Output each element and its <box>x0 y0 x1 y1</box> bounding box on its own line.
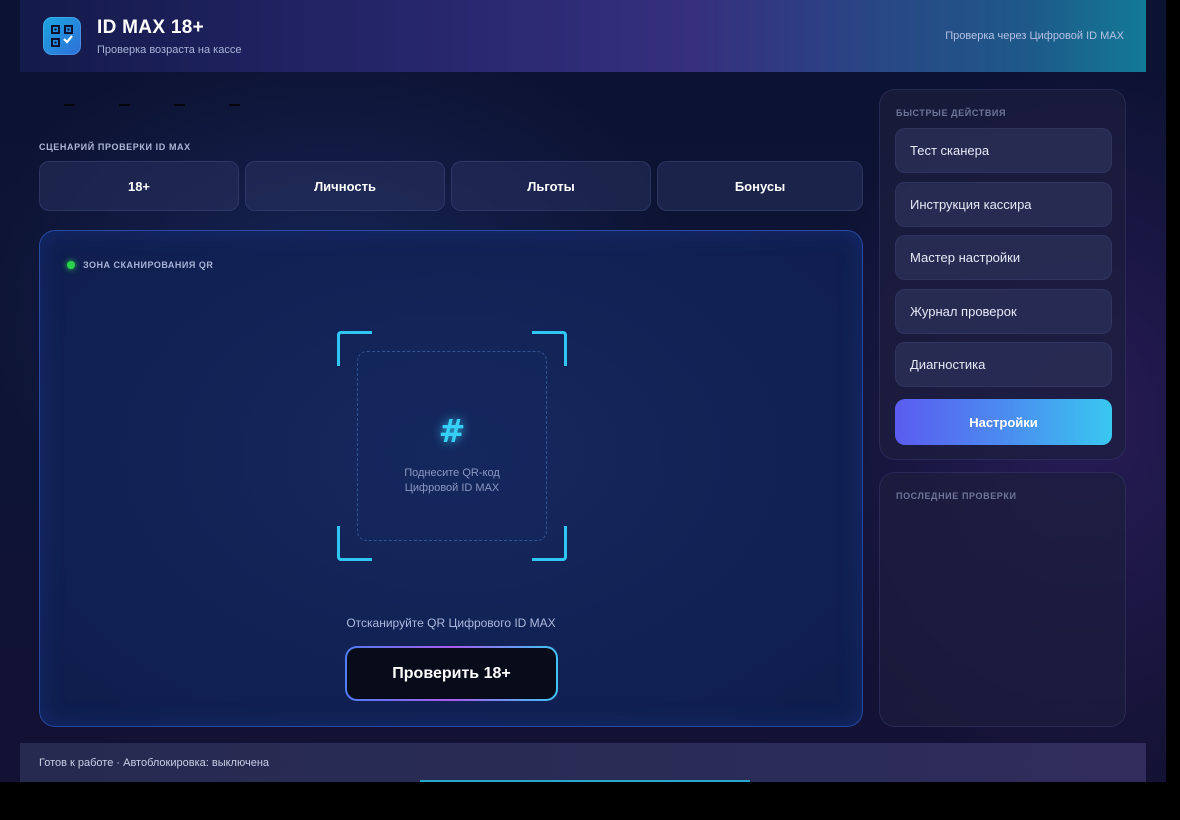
footer-accent-line <box>420 780 750 782</box>
scenario-label: СЦЕНАРИЙ ПРОВЕРКИ ID MAX <box>39 142 191 152</box>
scan-zone-label: ЗОНА СКАНИРОВАНИЯ QR <box>83 260 214 270</box>
quick-actions-list: Тест сканера Инструкция кассира Мастер н… <box>895 128 1112 396</box>
recent-checks-panel: ПОСЛЕДНИЕ ПРОВЕРКИ <box>879 472 1126 727</box>
dash <box>119 104 130 106</box>
tab-18plus[interactable]: 18+ <box>39 161 239 211</box>
decorative-dashes <box>64 104 240 106</box>
settings-button[interactable]: Настройки <box>895 399 1112 445</box>
app-title: ID MAX 18+ <box>97 16 205 38</box>
header-verification-note: Проверка через Цифровой ID MAX <box>945 30 1124 42</box>
tab-benefits[interactable]: Льготы <box>451 161 651 211</box>
quick-actions-panel: БЫСТРЫЕ ДЕЙСТВИЯ Тест сканера Инструкция… <box>879 89 1126 460</box>
tab-bonuses[interactable]: Бонусы <box>657 161 863 211</box>
dash <box>174 104 185 106</box>
action-cashier-guide[interactable]: Инструкция кассира <box>895 181 1112 227</box>
scenario-tabs: 18+ Личность Льготы Бонусы <box>39 161 863 211</box>
recent-checks-title: ПОСЛЕДНИЕ ПРОВЕРКИ <box>896 491 1017 501</box>
status-dot-icon <box>67 261 75 269</box>
app-window: ID MAX 18+ Проверка возраста на кассе Пр… <box>0 0 1166 782</box>
action-check-log[interactable]: Журнал проверок <box>895 288 1112 334</box>
scan-zone: ЗОНА СКАНИРОВАНИЯ QR # Поднесите QR-код … <box>39 230 863 727</box>
action-setup-wizard[interactable]: Мастер настройки <box>895 235 1112 280</box>
qr-shield-icon <box>43 17 81 55</box>
app-header: ID MAX 18+ Проверка возраста на кассе Пр… <box>20 0 1146 72</box>
scan-hint-line2: Цифровой ID MAX <box>404 482 500 494</box>
scan-hint-line1: Поднесите QR-код <box>404 467 500 479</box>
scan-zone-header: ЗОНА СКАНИРОВАНИЯ QR <box>67 260 213 270</box>
tab-identity[interactable]: Личность <box>245 161 445 211</box>
quick-actions-title: БЫСТРЫЕ ДЕЙСТВИЯ <box>896 108 1007 118</box>
hash-icon: # <box>438 412 466 450</box>
action-scanner-test[interactable]: Тест сканера <box>895 128 1112 173</box>
dash <box>229 104 240 106</box>
brand-block: ID MAX 18+ Проверка возраста на кассе <box>97 17 241 56</box>
scan-message: Отсканируйте QR Цифрового ID MAX <box>346 616 556 630</box>
app-subtitle: Проверка возраста на кассе <box>97 43 242 56</box>
dash <box>64 104 75 106</box>
verify-18-button[interactable]: Проверить 18+ <box>345 646 558 701</box>
qr-drop-area: # Поднесите QR-код Цифровой ID MAX <box>357 351 547 541</box>
status-bar: Готов к работе · Автоблокировка: выключе… <box>20 743 1146 782</box>
action-diagnostics[interactable]: Диагностика <box>895 342 1112 387</box>
status-text: Готов к работе · Автоблокировка: выключе… <box>39 756 270 769</box>
qr-scan-frame: # Поднесите QR-код Цифровой ID MAX <box>337 331 567 561</box>
scan-hint: Поднесите QR-код Цифровой ID MAX <box>358 466 546 496</box>
